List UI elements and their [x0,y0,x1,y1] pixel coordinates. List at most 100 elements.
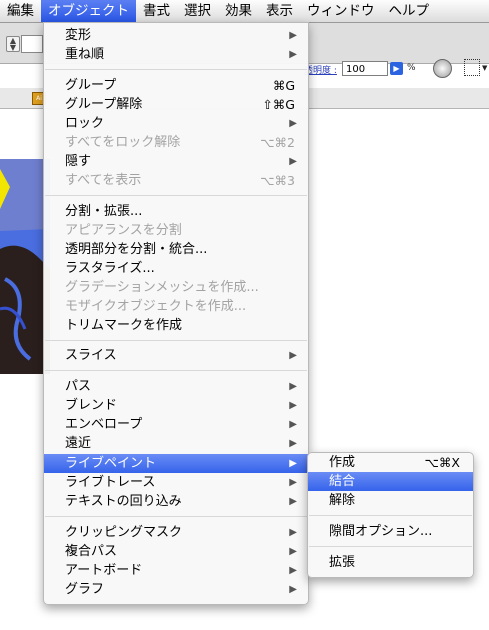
submenu-arrow-icon: ▶ [289,438,297,449]
menu-separator [45,370,307,371]
submenu-arrow-icon: ▶ [289,565,297,576]
menu-select[interactable]: 選択 [177,0,218,22]
menu-item-text-wrap[interactable]: テキストの回り込み ▶ [44,492,308,511]
menu-item-label: グラフ [65,582,105,597]
grid-icon[interactable] [464,59,480,76]
menu-item-rasterize[interactable]: ラスタライズ... [44,259,308,278]
live-paint-submenu: 作成 ⌥⌘X 結合 解除 隙間オプション... 拡張 [307,452,474,578]
menu-item-flatten-transparency[interactable]: 透明部分を分割・統合... [44,240,308,259]
menu-item-label: 重ね順 [65,47,105,62]
menu-item-shortcut: ⌘G [272,78,295,93]
menu-item-ungroup[interactable]: グループ解除 ⇧⌘G [44,95,308,114]
menu-item-label: スライス [65,348,117,363]
menu-item-label: グループ解除 [65,97,143,112]
menu-type[interactable]: 書式 [136,0,177,22]
menu-item-label: テキストの回り込み [65,494,182,509]
menu-item-label: 隙間オプション... [329,524,433,539]
submenu-arrow-icon: ▶ [289,118,297,129]
submenu-arrow-icon: ▶ [289,381,297,392]
menu-item-envelope[interactable]: エンベロープ ▶ [44,415,308,434]
menu-item-label: グラデーションメッシュを作成... [65,280,259,295]
stroke-field[interactable] [21,35,43,53]
menu-object[interactable]: オブジェクト [41,0,136,22]
submenu-item-gap-options[interactable]: 隙間オプション... [308,522,473,541]
menu-item-label: 作成 [329,455,356,470]
menu-item-label: 隠す [65,154,92,169]
submenu-arrow-icon: ▶ [289,350,297,361]
submenu-arrow-icon: ▶ [289,419,297,430]
menu-item-slice[interactable]: スライス ▶ [44,346,308,365]
menu-item-artboards[interactable]: アートボード ▶ [44,561,308,580]
menu-item-path[interactable]: パス ▶ [44,377,308,396]
menu-item-label: トリムマークを作成 [65,318,183,333]
menu-item-live-paint[interactable]: ライブペイント ▶ [44,454,308,473]
menu-item-arrange[interactable]: 重ね順 ▶ [44,45,308,64]
menu-item-label: ブレンド [65,398,118,413]
menu-item-label: 変形 [65,28,92,43]
menu-item-group[interactable]: グループ ⌘G [44,76,308,95]
menu-item-transform[interactable]: 変形 ▶ [44,26,308,45]
menu-separator [45,195,307,196]
menu-separator [45,340,307,341]
submenu-item-make[interactable]: 作成 ⌥⌘X [308,453,473,472]
submenu-arrow-icon: ▶ [289,546,297,557]
submenu-item-expand[interactable]: 拡張 [308,553,473,572]
menu-item-label: パス [65,379,92,394]
submenu-arrow-icon: ▶ [289,49,297,60]
menu-effect[interactable]: 効果 [218,0,259,22]
menu-item-label: ラスタライズ... [65,261,155,276]
menu-item-hide[interactable]: 隠す ▶ [44,152,308,171]
menu-item-shortcut: ⌥⌘X [424,455,460,470]
menu-item-gradient-mesh: グラデーションメッシュを作成... [44,278,308,297]
menu-item-perspective[interactable]: 遠近 ▶ [44,434,308,453]
menu-item-clipping-mask[interactable]: クリッピングマスク ▶ [44,523,308,542]
menu-item-mosaic: モザイクオブジェクトを作成... [44,297,308,316]
stepper-control[interactable]: ▲ ▼ [6,36,20,52]
menu-item-label: エンベロープ [65,417,143,432]
menu-item-compound-path[interactable]: 複合パス ▶ [44,542,308,561]
menu-separator [309,515,472,516]
menu-item-trim-marks[interactable]: トリムマークを作成 [44,316,308,335]
chevron-down-icon[interactable]: ▼ [482,64,487,72]
submenu-item-merge[interactable]: 結合 [308,472,473,491]
menu-separator [309,546,472,547]
menu-item-label: アピアランスを分割 [65,223,182,238]
opacity-percent: % [407,63,416,73]
opacity-input[interactable]: 100 [342,61,388,76]
menu-item-shortcut: ⌥⌘3 [260,173,295,188]
menu-item-label: グループ [65,78,117,93]
menu-item-label: ロック [65,116,105,131]
menu-separator [45,516,307,517]
menu-item-graph[interactable]: グラフ ▶ [44,580,308,599]
menu-item-lock[interactable]: ロック ▶ [44,114,308,133]
submenu-arrow-icon: ▶ [289,584,297,595]
menu-item-label: モザイクオブジェクトを作成... [65,299,247,314]
menu-item-label: 分割・拡張... [65,204,143,219]
menu-window[interactable]: ウィンドウ [300,0,382,22]
menu-item-label: 複合パス [65,544,118,559]
menu-item-blend[interactable]: ブレンド ▶ [44,396,308,415]
menu-edit[interactable]: 編集 [0,0,41,22]
gear-icon[interactable] [433,59,452,78]
menu-item-show-all: すべてを表示 ⌥⌘3 [44,171,308,190]
menu-item-label: 遠近 [65,436,92,451]
menu-item-label: 透明部分を分割・統合... [65,242,208,257]
menu-bar: 編集 オブジェクト 書式 選択 効果 表示 ウィンドウ ヘルプ [0,0,489,23]
submenu-arrow-icon: ▶ [289,477,297,488]
object-menu: 変形 ▶ 重ね順 ▶ グループ ⌘G グループ解除 ⇧⌘G ロック ▶ すべてをロック解除… [43,22,309,605]
menu-help[interactable]: ヘルプ [382,0,437,22]
submenu-arrow-icon: ▶ [289,458,297,469]
submenu-arrow-icon: ▶ [289,496,297,507]
menu-item-expand[interactable]: 分割・拡張... [44,202,308,221]
submenu-arrow-icon: ▶ [289,30,297,41]
menu-item-label: アートボード [65,563,143,578]
menu-item-shortcut: ⌥⌘2 [260,135,295,150]
menu-item-label: 結合 [329,474,356,489]
menu-view[interactable]: 表示 [259,0,300,22]
menu-item-live-trace[interactable]: ライブトレース ▶ [44,473,308,492]
menu-item-label: すべてを表示 [65,173,142,188]
menu-separator [45,69,307,70]
opacity-dropdown-icon[interactable]: ▶ [390,62,403,75]
submenu-item-release[interactable]: 解除 [308,491,473,510]
menu-item-unlock-all: すべてをロック解除 ⌥⌘2 [44,133,308,152]
